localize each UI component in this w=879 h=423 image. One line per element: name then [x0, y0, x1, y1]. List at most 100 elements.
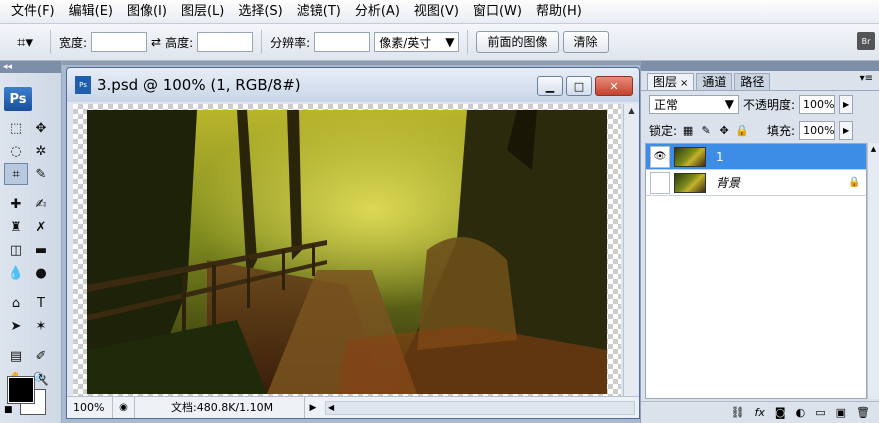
- dodge-tool-icon[interactable]: ●: [29, 262, 53, 284]
- close-tab-icon[interactable]: ×: [680, 78, 688, 89]
- menu-select[interactable]: 选择(S): [231, 0, 289, 24]
- vertical-scrollbar[interactable]: ▲: [623, 104, 639, 396]
- group-icon[interactable]: ▭: [815, 406, 825, 419]
- panel-header: [641, 61, 879, 71]
- width-label: 宽度:: [59, 35, 88, 50]
- maximize-button[interactable]: □: [566, 76, 592, 96]
- opacity-slider-button[interactable]: ▶: [839, 94, 854, 114]
- link-icon[interactable]: ⛓: [731, 406, 745, 419]
- opacity-input[interactable]: 100%: [799, 94, 836, 114]
- visibility-toggle[interactable]: [650, 171, 670, 194]
- clear-button[interactable]: 清除: [562, 31, 609, 53]
- history-brush-tool-icon[interactable]: ✗: [29, 216, 53, 238]
- resolution-unit-select[interactable]: 像素/英寸 ▼: [374, 32, 460, 52]
- lock-all-icon[interactable]: 🔒: [735, 123, 749, 137]
- layer-thumbnail: [674, 146, 706, 167]
- tab-channels[interactable]: 通道: [696, 73, 733, 90]
- eye-icon[interactable]: 👁: [650, 145, 670, 168]
- chevron-down-icon: ▼: [724, 97, 734, 111]
- menu-window[interactable]: 窗口(W): [466, 0, 529, 24]
- front-image-button[interactable]: 前面的图像: [476, 31, 559, 53]
- layer-row-background[interactable]: 背景 🔒: [646, 170, 866, 196]
- custom-shape-tool-icon[interactable]: ✶: [29, 315, 53, 337]
- default-colors-icon[interactable]: ■: [4, 405, 13, 415]
- foreground-color-swatch[interactable]: [7, 376, 35, 404]
- trash-icon[interactable]: 🗑: [856, 406, 870, 419]
- blur-tool-icon[interactable]: 💧: [4, 262, 28, 284]
- menu-layer[interactable]: 图层(L): [174, 0, 231, 24]
- menu-view[interactable]: 视图(V): [407, 0, 466, 24]
- swap-dimensions-icon[interactable]: ⇄: [151, 35, 161, 49]
- blend-mode-select[interactable]: 正常 ▼: [649, 94, 739, 114]
- fill-slider-button[interactable]: ▶: [839, 120, 854, 140]
- path-selection-tool-icon[interactable]: ➤: [4, 315, 28, 337]
- tab-layers-label: 图层: [653, 75, 678, 89]
- magic-wand-tool-icon[interactable]: ✲: [29, 140, 53, 162]
- status-menu-icon[interactable]: ▶: [305, 403, 321, 413]
- eyedropper-tool-icon[interactable]: ✎: [29, 163, 53, 185]
- document-title: 3.psd @ 100% (1, RGB/8#): [97, 76, 301, 94]
- lasso-tool-icon[interactable]: ◌: [4, 140, 28, 162]
- layers-footer: ⛓ fx ◙ ◐ ▭ ▣ 🗑: [641, 401, 879, 423]
- document-window: Ps 3.psd @ 100% (1, RGB/8#) ▁ □ ✕ ▲ 100%…: [66, 67, 640, 419]
- menu-analysis[interactable]: 分析(A): [348, 0, 407, 24]
- new-layer-icon[interactable]: ▣: [836, 406, 846, 419]
- menu-filter[interactable]: 滤镜(T): [290, 0, 348, 24]
- forest-path-photo: [87, 110, 607, 394]
- document-titlebar[interactable]: Ps 3.psd @ 100% (1, RGB/8#) ▁ □ ✕: [67, 68, 639, 102]
- move-tool-icon[interactable]: ✥: [29, 117, 53, 139]
- lock-transparency-icon[interactable]: ▦: [681, 123, 695, 137]
- layer-name: 背景: [716, 176, 741, 190]
- type-tool-icon[interactable]: T: [29, 292, 53, 314]
- psd-file-icon: Ps: [75, 76, 91, 94]
- mask-icon[interactable]: ◙: [775, 406, 786, 419]
- healing-brush-tool-icon[interactable]: ✚: [4, 193, 28, 215]
- adjustment-icon[interactable]: ◐: [796, 406, 806, 419]
- workspace-switcher-icon[interactable]: Br: [857, 32, 875, 50]
- swap-colors-icon[interactable]: ↻: [38, 373, 46, 384]
- horizontal-scrollbar[interactable]: ◀: [325, 400, 635, 415]
- panel-menu-icon[interactable]: ▾≡: [860, 73, 873, 84]
- gradient-tool-icon[interactable]: ▬: [29, 239, 53, 261]
- height-input[interactable]: [197, 32, 254, 52]
- tab-layers[interactable]: 图层 ×: [647, 73, 695, 90]
- fx-icon[interactable]: fx: [755, 406, 765, 419]
- chevron-down-icon: ▼: [445, 35, 455, 49]
- layer-name: 1: [716, 149, 724, 164]
- width-input[interactable]: [91, 32, 148, 52]
- pen-tool-icon[interactable]: ⌂: [4, 292, 28, 314]
- blend-mode-value: 正常: [654, 97, 679, 112]
- minimize-button[interactable]: ▁: [537, 76, 563, 96]
- height-label: 高度:: [165, 35, 194, 50]
- layer-row-1[interactable]: 👁 1: [646, 144, 866, 170]
- clone-stamp-tool-icon[interactable]: ♜: [4, 216, 28, 238]
- marquee-tool-icon[interactable]: ⬚: [4, 117, 28, 139]
- lock-position-icon[interactable]: ✥: [717, 123, 731, 137]
- status-options-icon[interactable]: ◉: [113, 397, 135, 418]
- notes-tool-icon[interactable]: ▤: [4, 345, 28, 367]
- crop-preset-icon[interactable]: ⌗▾: [8, 30, 42, 54]
- lock-label: 锁定:: [649, 123, 678, 138]
- toolbox-collapse-icon[interactable]: ◂◂: [0, 61, 61, 73]
- brush-tool-icon[interactable]: ✍: [29, 193, 53, 215]
- menu-bar: 文件(F) 编辑(E) 图像(I) 图层(L) 选择(S) 滤镜(T) 分析(A…: [0, 0, 879, 24]
- lock-icon: 🔒: [848, 177, 861, 188]
- zoom-level[interactable]: 100%: [67, 397, 113, 418]
- eyedropper-sample-tool-icon[interactable]: ✐: [29, 345, 53, 367]
- menu-help[interactable]: 帮助(H): [529, 0, 589, 24]
- scroll-up-icon[interactable]: ▲: [624, 104, 639, 118]
- scroll-up-icon[interactable]: ▲: [868, 143, 879, 155]
- canvas[interactable]: [73, 104, 621, 396]
- close-button[interactable]: ✕: [595, 76, 633, 96]
- lock-pixels-icon[interactable]: ✎: [699, 123, 713, 137]
- workspace-header: [62, 61, 640, 65]
- menu-edit[interactable]: 编辑(E): [62, 0, 120, 24]
- fill-input[interactable]: 100%: [799, 120, 836, 140]
- resolution-input[interactable]: [314, 32, 371, 52]
- layers-scrollbar[interactable]: ▲: [867, 143, 879, 399]
- menu-file[interactable]: 文件(F): [4, 0, 62, 24]
- crop-tool-icon[interactable]: ⌗: [4, 163, 28, 185]
- eraser-tool-icon[interactable]: ◫: [4, 239, 28, 261]
- menu-image[interactable]: 图像(I): [120, 0, 174, 24]
- tab-paths[interactable]: 路径: [734, 73, 771, 90]
